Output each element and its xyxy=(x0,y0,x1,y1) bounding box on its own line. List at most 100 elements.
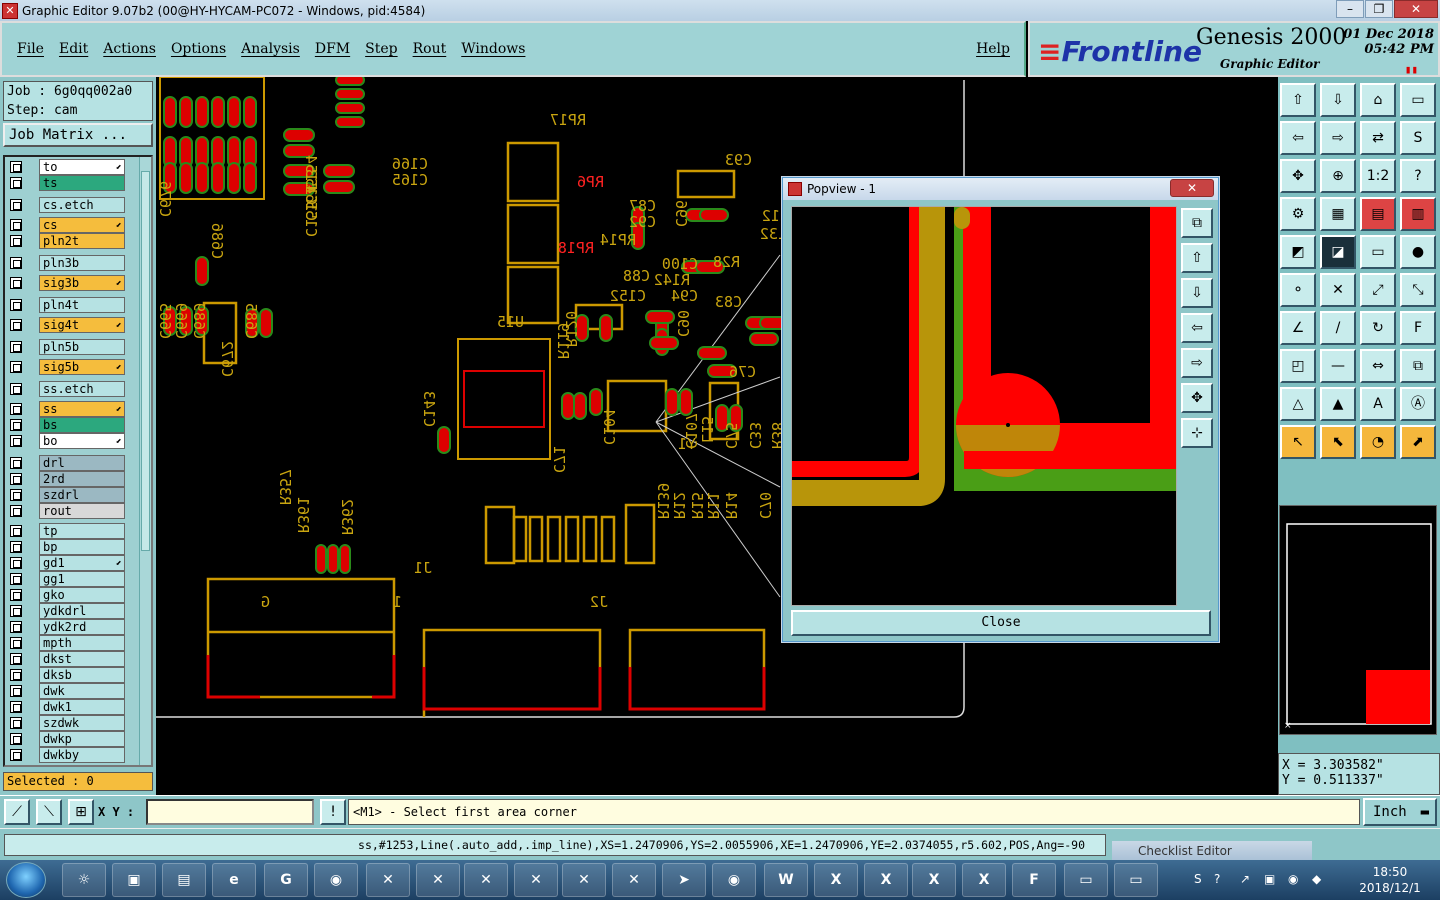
layer-name[interactable]: szdrl xyxy=(39,487,125,503)
pv-zoom-out-button[interactable]: ⊹ xyxy=(1181,418,1213,448)
tool-triangle-up-button[interactable]: ▲ xyxy=(1320,387,1356,421)
tray-arrow-icon[interactable]: ↗ xyxy=(1240,872,1250,886)
layer-name[interactable]: pln5b xyxy=(39,339,125,355)
tool-layers-button[interactable]: ▤ xyxy=(1360,197,1396,231)
pcb-pad[interactable] xyxy=(211,96,225,128)
layer-name[interactable]: ydk2rd xyxy=(39,619,125,635)
layer-checkbox[interactable] xyxy=(10,257,22,269)
tool-snap-button[interactable]: ◩ xyxy=(1280,235,1316,269)
pcb-pad-outline[interactable] xyxy=(582,515,598,563)
pcb-pad[interactable] xyxy=(195,256,209,286)
pcb-pad[interactable] xyxy=(179,96,193,128)
layer-checkbox[interactable] xyxy=(10,621,22,633)
layer-row[interactable]: gd1 ⬋ xyxy=(5,555,129,571)
tool-layers-alt-button[interactable]: ▥ xyxy=(1400,197,1436,231)
pcb-pad[interactable] xyxy=(749,332,779,346)
pcb-pad[interactable] xyxy=(227,162,241,194)
taskbar-app[interactable]: ◉ xyxy=(712,863,756,897)
alert-icon[interactable]: ! xyxy=(320,799,346,825)
tool-fit-button[interactable]: ✥ xyxy=(1280,159,1316,193)
taskbar-app[interactable]: ➤ xyxy=(662,863,706,897)
tool-copy-button[interactable]: ⧉ xyxy=(1400,349,1436,383)
tool-select-button[interactable]: ◪ xyxy=(1320,235,1356,269)
pcb-pad-outline[interactable] xyxy=(512,515,528,563)
layer-row[interactable]: pln5b xyxy=(5,339,129,355)
taskbar-app[interactable]: ✕ xyxy=(562,863,606,897)
layer-name[interactable]: tp xyxy=(39,523,125,539)
layer-name[interactable]: cs ⬋ xyxy=(39,217,125,233)
taskbar-app[interactable]: F xyxy=(1012,863,1056,897)
layer-name[interactable]: ss.etch xyxy=(39,381,125,397)
layer-checkbox[interactable] xyxy=(10,605,22,617)
layer-name[interactable]: szdwk xyxy=(39,715,125,731)
tool-swap-button[interactable]: ⇄ xyxy=(1360,121,1396,155)
layer-checkbox[interactable] xyxy=(10,653,22,665)
layer-row[interactable]: to ⬋ xyxy=(5,159,129,175)
layer-name[interactable]: mpth xyxy=(39,635,125,651)
tool-cross-button[interactable]: ✕ xyxy=(1320,273,1356,307)
layer-checkbox[interactable] xyxy=(10,473,22,485)
layer-checkbox[interactable] xyxy=(10,505,22,517)
layer-row[interactable]: rout xyxy=(5,503,129,519)
tool-angle-button[interactable]: ∠ xyxy=(1280,311,1316,345)
tool-move-up-button[interactable]: ⇧ xyxy=(1280,83,1316,117)
layer-name[interactable]: dwk1 xyxy=(39,699,125,715)
layer-row[interactable]: dkst xyxy=(5,651,129,667)
tool-settings-button[interactable]: ⚙ xyxy=(1280,197,1316,231)
layer-row[interactable]: pln4t xyxy=(5,297,129,313)
job-matrix-button[interactable]: Job Matrix ... xyxy=(3,123,153,147)
layer-checkbox[interactable] xyxy=(10,669,22,681)
layer-row[interactable]: ss ⬋ xyxy=(5,401,129,417)
tool-flip-button[interactable]: F xyxy=(1400,311,1436,345)
taskbar-app[interactable]: X xyxy=(814,863,858,897)
layer-row[interactable]: szdrl xyxy=(5,487,129,503)
layer-name[interactable]: rout xyxy=(39,503,125,519)
tool-zoom-center-button[interactable]: ⊕ xyxy=(1320,159,1356,193)
layer-checkbox[interactable] xyxy=(10,733,22,745)
taskbar-app[interactable]: e xyxy=(212,863,256,897)
layer-name[interactable]: pln3b xyxy=(39,255,125,271)
pcb-pad[interactable] xyxy=(335,116,365,128)
pcb-pad-outline[interactable] xyxy=(564,515,580,563)
menu-options[interactable]: Options xyxy=(171,41,226,57)
taskbar-app[interactable]: G xyxy=(264,863,308,897)
tool-slash-button[interactable]: / xyxy=(1320,311,1356,345)
tool-pointer-circle-button[interactable]: ◔ xyxy=(1360,425,1396,459)
layer-checkbox[interactable] xyxy=(10,299,22,311)
pcb-pad-outline[interactable] xyxy=(546,515,562,563)
layer-name[interactable]: bp xyxy=(39,539,125,555)
pcb-pad[interactable] xyxy=(697,346,727,360)
tool-line-alt-button[interactable]: ⤡ xyxy=(1400,273,1436,307)
layer-checkbox[interactable] xyxy=(10,419,22,431)
tool-hline-button[interactable]: — xyxy=(1320,349,1356,383)
tool-window-button[interactable]: ▭ xyxy=(1400,83,1436,117)
pcb-pad[interactable] xyxy=(649,336,679,350)
tool-grid-button[interactable]: ▦ xyxy=(1320,197,1356,231)
layer-checkbox[interactable] xyxy=(10,177,22,189)
tool-a-circle-button[interactable]: Ⓐ xyxy=(1400,387,1436,421)
pcb-pad[interactable] xyxy=(163,96,177,128)
menu-edit[interactable]: Edit xyxy=(59,41,88,57)
taskbar-clock[interactable]: 18:50 2018/12/1 xyxy=(1350,864,1430,896)
menu-step[interactable]: Step xyxy=(365,41,397,57)
menu-analysis[interactable]: Analysis xyxy=(241,41,300,57)
taskbar-app[interactable]: X xyxy=(912,863,956,897)
tray-s-icon[interactable]: S xyxy=(1194,872,1202,886)
layer-checkbox[interactable] xyxy=(10,701,22,713)
layer-checkbox[interactable] xyxy=(10,435,22,447)
tool-spline-button[interactable]: S xyxy=(1400,121,1436,155)
tray-help-icon[interactable]: ? xyxy=(1214,872,1220,886)
pcb-pad[interactable] xyxy=(665,388,679,416)
pcb-pad[interactable] xyxy=(645,310,675,324)
pcb-pad-outline[interactable] xyxy=(600,515,616,563)
layer-checkbox[interactable] xyxy=(10,403,22,415)
tool-pointer-box-button[interactable]: ⬉ xyxy=(1320,425,1356,459)
pcb-pad[interactable] xyxy=(227,96,241,128)
pcb-pad[interactable] xyxy=(195,96,209,128)
pcb-pad[interactable] xyxy=(327,544,339,574)
layer-row[interactable]: cs.etch xyxy=(5,197,129,213)
checklist-editor-tab[interactable]: Checklist Editor xyxy=(1112,841,1312,861)
layer-row[interactable]: gg1 xyxy=(5,571,129,587)
layer-row[interactable]: pln3b xyxy=(5,255,129,271)
pcb-pad[interactable] xyxy=(243,96,257,128)
